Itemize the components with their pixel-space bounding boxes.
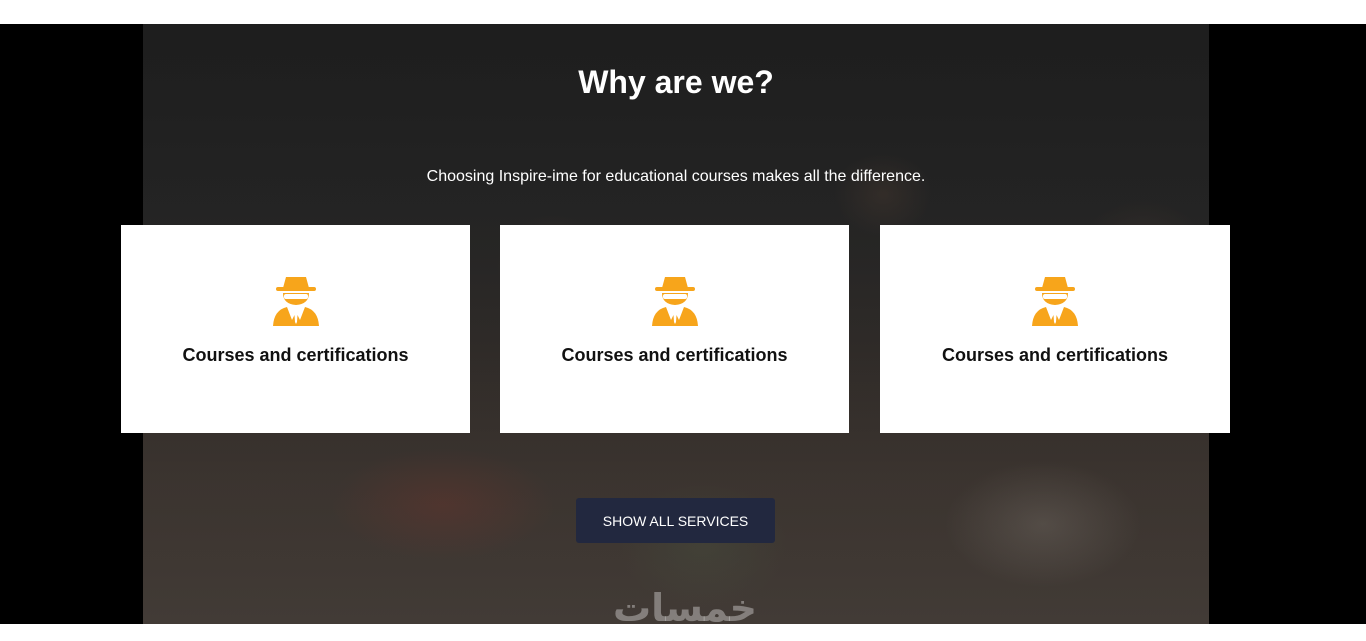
feature-card[interactable]: Courses and certifications: [880, 225, 1230, 433]
feature-cards: Courses and certifications Courses and c…: [121, 225, 1230, 433]
spy-agent-icon: [272, 277, 319, 326]
spy-agent-icon: [1032, 277, 1078, 326]
show-all-services-button[interactable]: SHOW ALL SERVICES: [576, 498, 775, 543]
card-label: Courses and certifications: [182, 345, 409, 365]
card-label: Courses and certifications: [941, 345, 1169, 365]
section-title: Why are we?: [578, 64, 774, 100]
card-label: Courses and certifications: [561, 345, 788, 365]
watermark-logo: خمسات: [613, 588, 757, 628]
feature-card[interactable]: Courses and certifications: [500, 225, 849, 433]
feature-card[interactable]: Courses and certifications: [121, 225, 470, 433]
section-subtitle: Choosing Inspire-ime for educational cou…: [426, 168, 926, 185]
spy-agent-icon: [651, 277, 698, 326]
